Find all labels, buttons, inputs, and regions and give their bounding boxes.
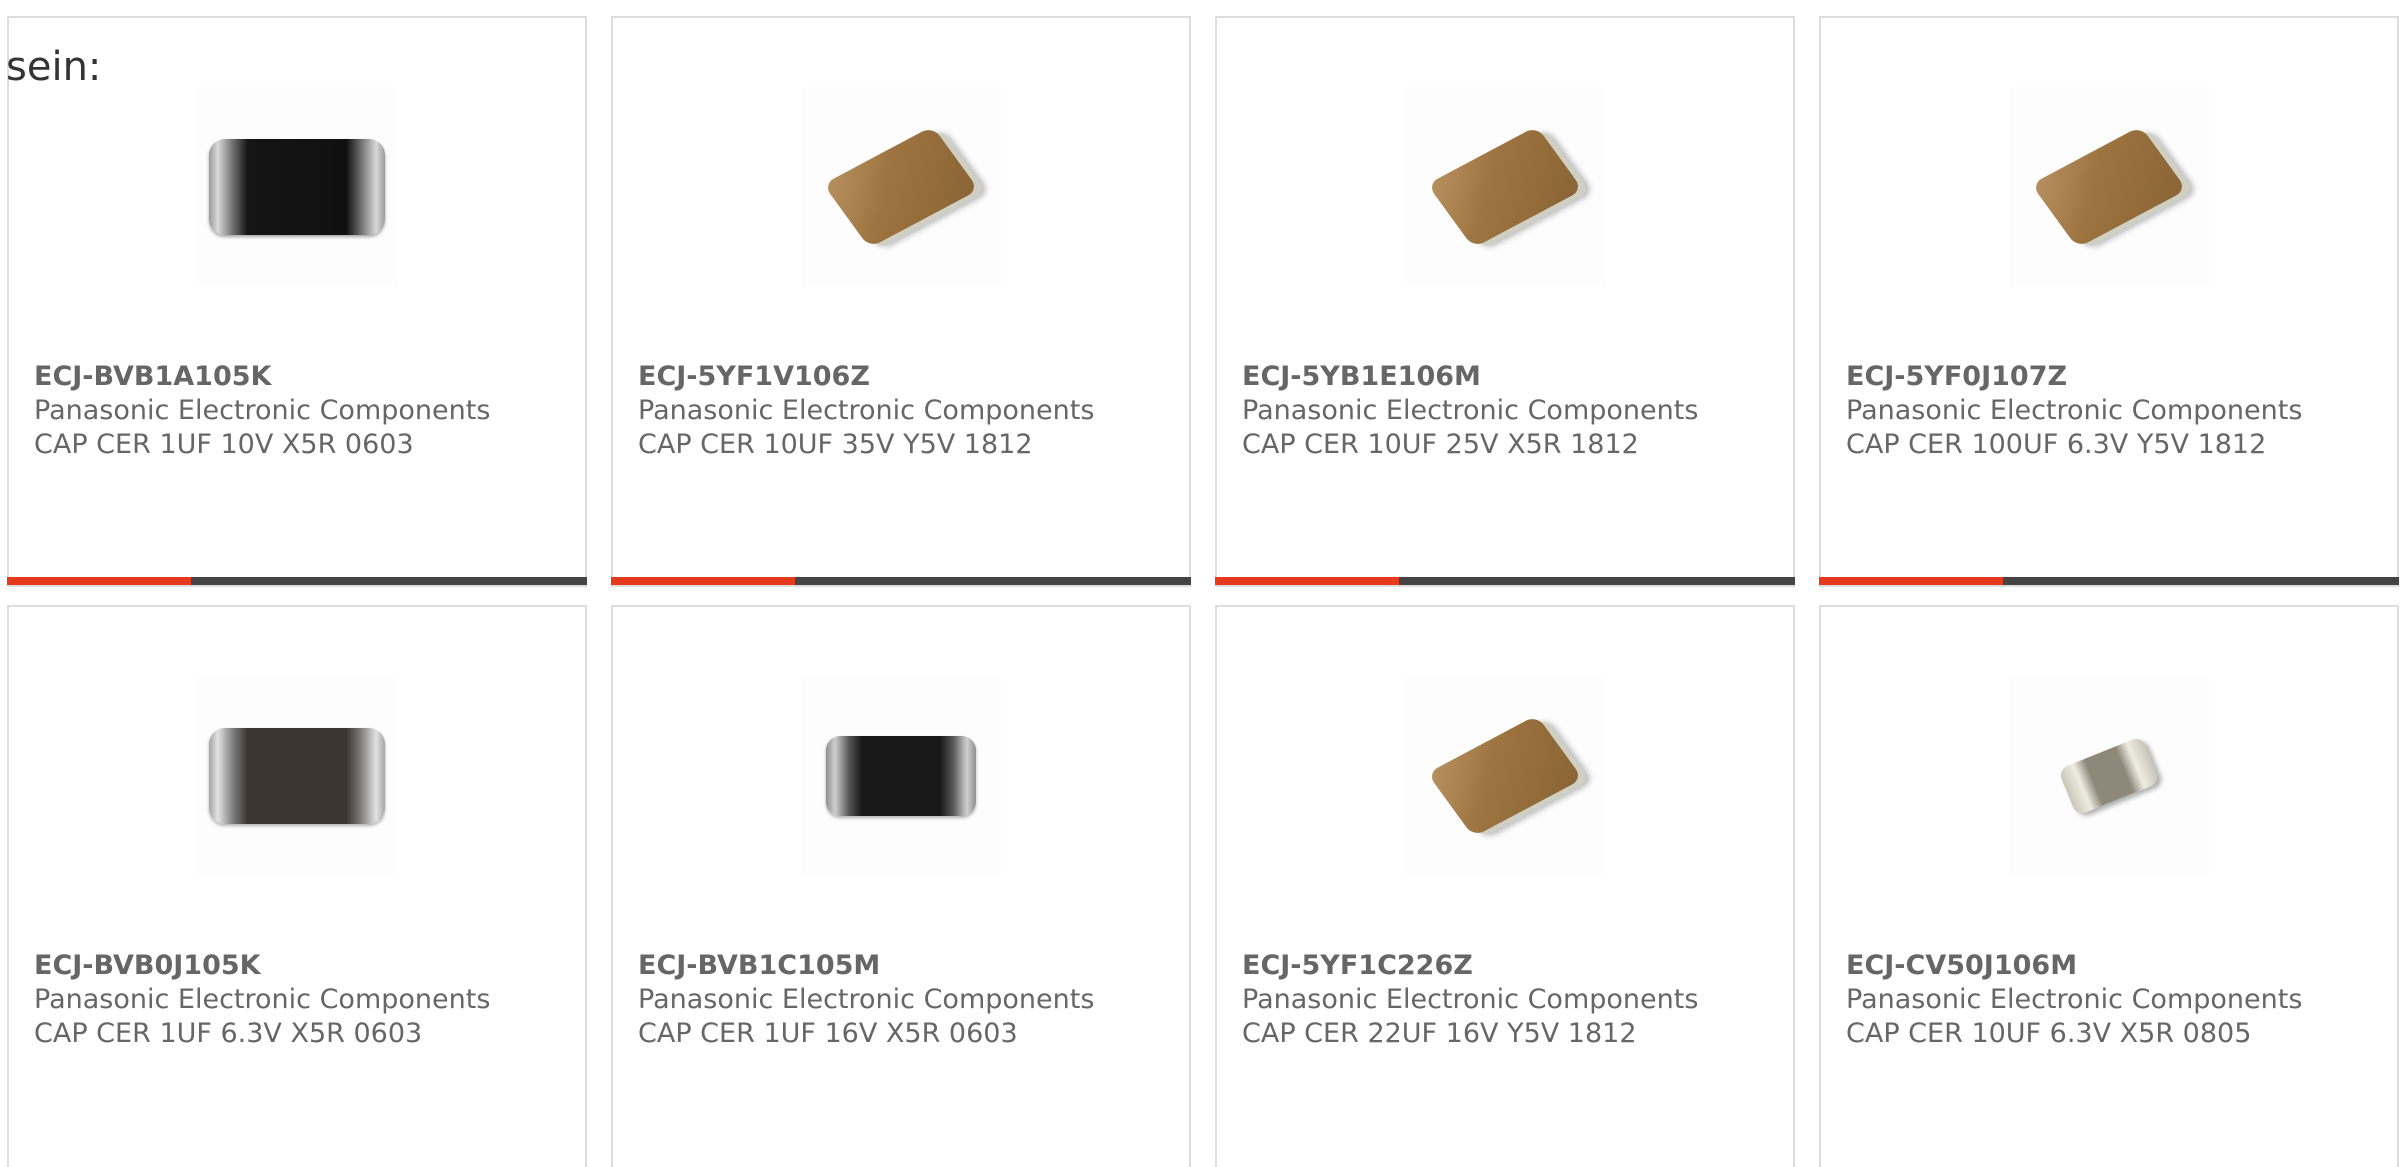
description: CAP CER 10UF 25V X5R 1812: [1242, 429, 1639, 460]
card-bar-accent: [1819, 577, 2003, 585]
capacitor-chip-icon: [1427, 715, 1583, 837]
product-image[interactable]: [801, 676, 1001, 876]
product-info: ECJ-5YF1V106Z Panasonic Electronic Compo…: [638, 360, 1179, 462]
description: CAP CER 1UF 6.3V X5R 0603: [34, 1018, 423, 1049]
page: sein: ECJ-BVB1A105K Panasonic Electronic…: [0, 0, 2400, 1167]
product-info: ECJ-5YF1C226Z Panasonic Electronic Compo…: [1242, 949, 1783, 1051]
product-info: ECJ-5YB1E106M Panasonic Electronic Compo…: [1242, 360, 1783, 462]
manufacturer: Panasonic Electronic Components: [1242, 395, 1699, 426]
part-number[interactable]: ECJ-5YF1V106Z: [638, 360, 1179, 394]
manufacturer: Panasonic Electronic Components: [34, 395, 491, 426]
part-number[interactable]: ECJ-BVB1A105K: [34, 360, 575, 394]
product-image[interactable]: [197, 676, 397, 876]
manufacturer: Panasonic Electronic Components: [1846, 984, 2303, 1015]
capacitor-chip-icon: [209, 728, 385, 824]
capacitor-chip-icon: [823, 126, 979, 248]
capacitor-chip-icon: [826, 736, 976, 816]
part-number[interactable]: ECJ-BVB0J105K: [34, 949, 575, 983]
description: CAP CER 1UF 16V X5R 0603: [638, 1018, 1018, 1049]
manufacturer: Panasonic Electronic Components: [638, 395, 1095, 426]
manufacturer: Panasonic Electronic Components: [1242, 984, 1699, 1015]
manufacturer: Panasonic Electronic Components: [34, 984, 491, 1015]
product-image[interactable]: [1405, 676, 1605, 876]
part-number[interactable]: ECJ-CV50J106M: [1846, 949, 2387, 983]
product-info: ECJ-BVB1C105M Panasonic Electronic Compo…: [638, 949, 1179, 1051]
capacitor-chip-icon: [2031, 126, 2187, 248]
description: CAP CER 100UF 6.3V Y5V 1812: [1846, 429, 2267, 460]
product-card[interactable]: ECJ-BVB0J105K Panasonic Electronic Compo…: [7, 605, 587, 1167]
card-bottom-bar: [611, 577, 1191, 585]
product-card[interactable]: ECJ-BVB1C105M Panasonic Electronic Compo…: [611, 605, 1191, 1167]
product-image[interactable]: [1405, 87, 1605, 287]
product-card[interactable]: ECJ-CV50J106M Panasonic Electronic Compo…: [1819, 605, 2399, 1167]
intro-text: sein:: [6, 44, 102, 90]
product-info: ECJ-BVB1A105K Panasonic Electronic Compo…: [34, 360, 575, 462]
card-bar-accent: [7, 577, 191, 585]
product-card[interactable]: ECJ-5YF0J107Z Panasonic Electronic Compo…: [1819, 16, 2399, 587]
part-number[interactable]: ECJ-5YF1C226Z: [1242, 949, 1783, 983]
description: CAP CER 1UF 10V X5R 0603: [34, 429, 414, 460]
product-info: ECJ-CV50J106M Panasonic Electronic Compo…: [1846, 949, 2387, 1051]
product-grid: ECJ-BVB1A105K Panasonic Electronic Compo…: [7, 16, 2399, 1167]
product-info: ECJ-BVB0J105K Panasonic Electronic Compo…: [34, 949, 575, 1051]
product-card[interactable]: ECJ-5YF1V106Z Panasonic Electronic Compo…: [611, 16, 1191, 587]
product-card[interactable]: ECJ-BVB1A105K Panasonic Electronic Compo…: [7, 16, 587, 587]
product-card[interactable]: ECJ-5YB1E106M Panasonic Electronic Compo…: [1215, 16, 1795, 587]
product-card[interactable]: ECJ-5YF1C226Z Panasonic Electronic Compo…: [1215, 605, 1795, 1167]
product-info: ECJ-5YF0J107Z Panasonic Electronic Compo…: [1846, 360, 2387, 462]
product-image[interactable]: [2009, 676, 2209, 876]
manufacturer: Panasonic Electronic Components: [1846, 395, 2303, 426]
part-number[interactable]: ECJ-BVB1C105M: [638, 949, 1179, 983]
product-image[interactable]: [801, 87, 1001, 287]
capacitor-chip-icon: [209, 139, 385, 235]
capacitor-chip-icon: [2057, 735, 2161, 817]
description: CAP CER 10UF 6.3V X5R 0805: [1846, 1018, 2252, 1049]
product-image[interactable]: [197, 87, 397, 287]
card-bar-accent: [1215, 577, 1399, 585]
card-bar-accent: [611, 577, 795, 585]
card-bottom-bar: [7, 577, 587, 585]
description: CAP CER 22UF 16V Y5V 1812: [1242, 1018, 1637, 1049]
part-number[interactable]: ECJ-5YF0J107Z: [1846, 360, 2387, 394]
part-number[interactable]: ECJ-5YB1E106M: [1242, 360, 1783, 394]
description: CAP CER 10UF 35V Y5V 1812: [638, 429, 1033, 460]
capacitor-chip-icon: [1427, 126, 1583, 248]
product-image[interactable]: [2009, 87, 2209, 287]
manufacturer: Panasonic Electronic Components: [638, 984, 1095, 1015]
card-bottom-bar: [1215, 577, 1795, 585]
card-bottom-bar: [1819, 577, 2399, 585]
